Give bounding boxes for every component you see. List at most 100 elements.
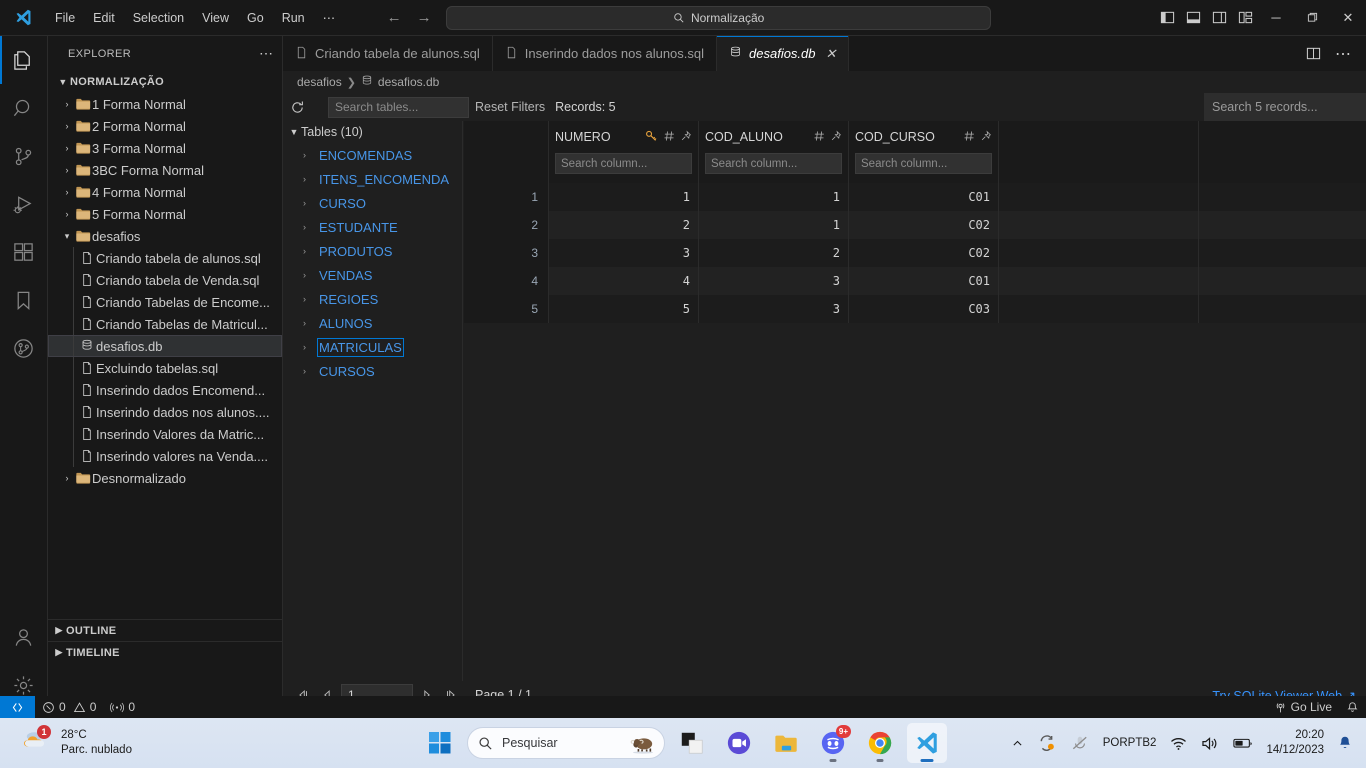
taskbar-clock[interactable]: 20:20 14/12/2023 [1260, 728, 1330, 758]
tree-file-row[interactable]: Criando tabela de alunos.sql [48, 247, 282, 269]
tree-folder-row[interactable]: › Desnormalizado [48, 467, 282, 489]
table-row[interactable]: 1 1 1 C01 [464, 183, 1366, 211]
table-list-item[interactable]: › ALUNOS [283, 311, 462, 335]
column-search-input[interactable]: Search column... [855, 153, 992, 174]
menu-view[interactable]: View [194, 6, 237, 30]
table-row[interactable]: 2 2 1 C02 [464, 211, 1366, 239]
sidebar-item-explorer[interactable] [0, 36, 48, 84]
split-editor-icon[interactable] [1300, 36, 1326, 71]
sidebar-item-bookmarks[interactable] [0, 276, 48, 324]
taskbar-app-discord[interactable]: 9+ [813, 723, 853, 763]
pin-icon[interactable] [680, 129, 692, 145]
tree-file-row[interactable]: Inserindo dados Encomend... [48, 379, 282, 401]
explorer-more-actions-icon[interactable]: ⋯ [259, 45, 274, 62]
sidebar-item-extensions[interactable] [0, 228, 48, 276]
sidebar-item-search[interactable] [0, 84, 48, 132]
tree-file-row[interactable]: Inserindo Valores da Matric... [48, 423, 282, 445]
tree-folder-row[interactable]: ▾ desafios [48, 225, 282, 247]
sidebar-item-gitlens[interactable] [0, 324, 48, 372]
tree-folder-row[interactable]: › 3 Forma Normal [48, 137, 282, 159]
table-cell[interactable]: 4 [549, 267, 699, 295]
menu-go[interactable]: Go [239, 6, 272, 30]
tree-file-row[interactable]: Inserindo dados nos alunos.... [48, 401, 282, 423]
tree-folder-row[interactable]: › 5 Forma Normal [48, 203, 282, 225]
sidebar-item-run-debug[interactable] [0, 180, 48, 228]
search-records-input[interactable]: Search 5 records... [1204, 93, 1366, 121]
table-cell[interactable]: C01 [849, 267, 999, 295]
microphone-muted-icon[interactable] [1064, 723, 1096, 763]
table-cell[interactable]: 3 [549, 239, 699, 267]
taskbar-app-zoom[interactable] [719, 723, 759, 763]
table-row[interactable]: 4 4 3 C01 [464, 267, 1366, 295]
grid-column-header[interactable]: COD_CURSO Search column... [849, 121, 999, 183]
table-cell[interactable]: 3 [699, 295, 849, 323]
breadcrumb-item-file[interactable]: desafios.db [378, 75, 439, 89]
back-icon[interactable]: ← [386, 9, 402, 26]
table-cell[interactable]: C02 [849, 239, 999, 267]
tree-file-row[interactable]: desafios.db [48, 335, 282, 357]
accounts-icon[interactable] [0, 613, 48, 661]
tab-inserindo-dados-nos-alunos[interactable]: Inserindo dados nos alunos.sql [492, 36, 718, 71]
table-cell[interactable]: 1 [699, 211, 849, 239]
notification-bell-icon[interactable] [1330, 723, 1360, 763]
language-indicator[interactable]: POR PTB2 [1096, 723, 1164, 763]
notifications-bell-icon[interactable] [1339, 696, 1366, 718]
table-cell[interactable]: 5 [549, 295, 699, 323]
taskbar-app-todoist[interactable] [672, 723, 712, 763]
menu-edit[interactable]: Edit [85, 6, 123, 30]
tree-file-row[interactable]: Criando tabela de Venda.sql [48, 269, 282, 291]
remote-window-button[interactable] [0, 696, 35, 718]
windows-start-icon[interactable] [420, 723, 460, 763]
grid-column-header[interactable]: COD_ALUNO Search column... [699, 121, 849, 183]
close-button[interactable]: ✕ [1330, 0, 1366, 36]
minimize-button[interactable]: ─ [1258, 0, 1294, 36]
table-list-item[interactable]: › ENCOMENDAS [283, 143, 462, 167]
ports-status[interactable]: 0 [103, 696, 142, 718]
search-tables-input[interactable]: Search tables... [328, 96, 469, 118]
pin-icon[interactable] [830, 129, 842, 145]
tree-file-row[interactable]: Criando Tabelas de Matricul... [48, 313, 282, 335]
reset-filters-button[interactable]: Reset Filters [475, 100, 545, 114]
menu-more[interactable]: ⋯ [315, 6, 344, 30]
table-cell[interactable]: 1 [549, 183, 699, 211]
table-list-item[interactable]: › REGIOES [283, 287, 462, 311]
battery-icon[interactable] [1226, 723, 1260, 763]
taskbar-app-file-explorer[interactable] [766, 723, 806, 763]
tree-file-row[interactable]: Inserindo valores na Venda.... [48, 445, 282, 467]
weather-widget[interactable]: 1 28°C Parc. nublado [0, 724, 132, 759]
tree-file-row[interactable]: Criando Tabelas de Encome... [48, 291, 282, 313]
close-icon[interactable]: ✕ [826, 46, 837, 62]
workspace-root-row[interactable]: ▼ NORMALIZAÇÃO [48, 71, 282, 93]
tab-desafios-db[interactable]: desafios.db ✕ [717, 36, 850, 71]
breadcrumb-item-folder[interactable]: desafios [297, 75, 342, 89]
table-list-item[interactable]: › CURSOS [283, 359, 462, 383]
tree-folder-row[interactable]: › 4 Forma Normal [48, 181, 282, 203]
onedrive-icon[interactable] [1031, 723, 1064, 763]
menu-file[interactable]: File [47, 6, 83, 30]
more-actions-icon[interactable]: ⋯ [1330, 36, 1356, 71]
pin-icon[interactable] [980, 129, 992, 145]
table-row[interactable]: 5 5 3 C03 [464, 295, 1366, 323]
toggle-primary-sidebar-icon[interactable] [1154, 0, 1180, 36]
forward-icon[interactable]: → [416, 9, 432, 26]
table-list-item[interactable]: › PRODUTOS [283, 239, 462, 263]
table-row[interactable]: 3 3 2 C02 [464, 239, 1366, 267]
volume-icon[interactable] [1194, 723, 1226, 763]
quick-search-input[interactable]: Normalização [446, 5, 992, 30]
table-cell[interactable]: 1 [699, 183, 849, 211]
taskbar-app-vscode[interactable] [907, 723, 947, 763]
tree-folder-row[interactable]: › 2 Forma Normal [48, 115, 282, 137]
tree-folder-row[interactable]: › 3BC Forma Normal [48, 159, 282, 181]
table-list-item[interactable]: › ITENS_ENCOMENDA [283, 167, 462, 191]
grid-column-header[interactable]: NUMERO Search column... [549, 121, 699, 183]
menu-selection[interactable]: Selection [125, 6, 192, 30]
table-list-item[interactable]: › MATRICULAS [283, 335, 462, 359]
column-search-input[interactable]: Search column... [705, 153, 842, 174]
refresh-icon[interactable] [283, 93, 311, 121]
tables-header-row[interactable]: ▼ Tables (10) [283, 121, 462, 143]
go-live-button[interactable]: Go Live [1267, 696, 1339, 718]
menu-run[interactable]: Run [274, 6, 313, 30]
customize-layout-icon[interactable] [1232, 0, 1258, 36]
tree-folder-row[interactable]: › 1 Forma Normal [48, 93, 282, 115]
sidebar-item-source-control[interactable] [0, 132, 48, 180]
